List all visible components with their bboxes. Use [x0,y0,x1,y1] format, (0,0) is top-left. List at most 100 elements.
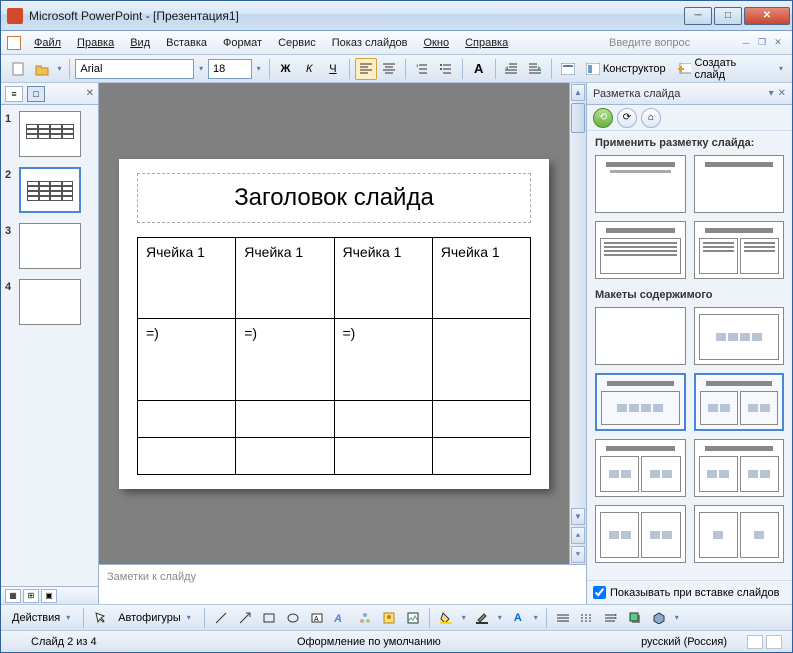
bullet-list-button[interactable] [435,58,457,80]
layout-title-object[interactable] [595,373,686,431]
oval-tool[interactable] [282,607,304,629]
thumbnail-item[interactable]: 4 [5,279,94,325]
menu-tools[interactable]: Сервис [271,34,323,52]
open-button[interactable] [31,58,53,80]
underline-button[interactable]: Ч [322,58,344,80]
new-slide-button[interactable]: Создать слайд [673,58,774,80]
menu-view[interactable]: Вид [123,34,157,52]
designer-button[interactable]: Конструктор [581,58,671,80]
picture-tool[interactable] [402,607,424,629]
normal-view-button[interactable]: ▦ [5,589,21,603]
toolbar-expand-icon[interactable]: ▾ [55,64,65,73]
maximize-button[interactable]: □ [714,7,742,25]
mdi-minimize-button[interactable]: ─ [738,36,754,50]
align-left-button[interactable] [355,58,377,80]
prev-slide-button[interactable]: ⯅ [571,527,585,544]
table-cell[interactable]: =) [236,319,334,401]
table-cell[interactable] [432,319,530,401]
table-cell[interactable] [432,401,530,438]
layout-content[interactable] [694,307,785,365]
textbox-tool[interactable]: A [306,607,328,629]
vertical-scrollbar[interactable]: ▲ ▼ ⯅ ⯆ [569,83,586,564]
increase-indent-button[interactable] [524,58,546,80]
table-cell[interactable] [236,437,334,474]
font-color-tool[interactable]: A [507,607,529,629]
font-dropdown-icon[interactable]: ▾ [196,64,206,73]
menu-insert[interactable]: Вставка [159,34,214,52]
nav-forward-button[interactable]: ⟳ [617,108,637,128]
close-button[interactable]: ✕ [744,7,790,25]
table-cell[interactable]: Ячейка 1 [432,237,530,319]
nav-back-button[interactable]: ⟲ [593,108,613,128]
layout-two-object[interactable] [694,373,785,431]
slides-tab[interactable]: □ [27,86,45,102]
new-button[interactable] [7,58,29,80]
shadow-tool[interactable] [624,607,646,629]
menu-edit[interactable]: Правка [70,34,121,52]
thumbnail-slide[interactable] [19,111,81,157]
numbered-list-button[interactable]: 1 [411,58,433,80]
taskpane-close-icon[interactable]: ✕ [778,88,786,99]
3d-tool[interactable] [648,607,670,629]
italic-button[interactable]: К [298,58,320,80]
table-cell[interactable] [432,437,530,474]
nav-home-button[interactable]: ⌂ [641,108,661,128]
decrease-indent-button[interactable] [501,58,523,80]
diagram-tool[interactable] [354,607,376,629]
sorter-view-button[interactable]: ⊞ [23,589,39,603]
layout-item[interactable] [694,505,785,563]
slide-title-placeholder[interactable]: Заголовок слайда [137,173,531,223]
thumbnail-slide[interactable] [19,279,81,325]
fill-dropdown-icon[interactable]: ▾ [459,613,469,622]
slide-table[interactable]: Ячейка 1 Ячейка 1 Ячейка 1 Ячейка 1 =) =… [137,237,531,475]
mdi-restore-button[interactable]: ❐ [754,36,770,50]
select-tool[interactable] [89,607,111,629]
bold-button[interactable]: Ж [275,58,297,80]
menu-slideshow[interactable]: Показ слайдов [325,34,415,52]
slideshow-view-button[interactable]: ▣ [41,589,57,603]
line-style-tool[interactable] [552,607,574,629]
table-cell[interactable]: Ячейка 1 [334,237,432,319]
notes-pane[interactable]: Заметки к слайду [99,564,586,604]
layout-blank[interactable] [595,307,686,365]
thumbnail-item[interactable]: 3 [5,223,94,269]
layout-title-only[interactable] [694,155,785,213]
font-selector[interactable]: Arial [75,59,194,79]
table-cell[interactable]: Ячейка 1 [236,237,334,319]
arrow-style-tool[interactable] [600,607,622,629]
scroll-thumb[interactable] [571,103,585,133]
thumbnail-item[interactable]: 2 [5,167,94,213]
font-size-selector[interactable]: 18 [208,59,252,79]
menu-file[interactable]: Файл [27,34,68,52]
slide-title-text[interactable]: Заголовок слайда [234,184,434,212]
toolbar-overflow-icon[interactable]: ▾ [776,64,786,73]
table-cell[interactable] [138,401,236,438]
table-cell[interactable]: Ячейка 1 [138,237,236,319]
drawbar-overflow-icon[interactable]: ▾ [672,613,682,622]
layout-title-slide[interactable] [595,155,686,213]
thumbnail-slide[interactable] [19,223,81,269]
table-cell[interactable]: =) [334,319,432,401]
layout-item[interactable] [595,505,686,563]
menu-window[interactable]: Окно [417,34,457,52]
size-dropdown-icon[interactable]: ▾ [254,64,264,73]
layout-two-content[interactable] [694,221,785,279]
layout-four-object[interactable] [694,439,785,497]
thumbnail-slide[interactable] [19,167,81,213]
status-icon[interactable] [766,635,782,649]
autoshapes-menu[interactable]: Автофигуры▾ [113,607,199,629]
rectangle-tool[interactable] [258,607,280,629]
fill-color-tool[interactable] [435,607,457,629]
scroll-down-button[interactable]: ▼ [571,508,585,525]
line-color-dropdown-icon[interactable]: ▾ [495,613,505,622]
slide-layout-icon[interactable] [557,58,579,80]
table-cell[interactable] [138,437,236,474]
layout-object-text[interactable] [595,439,686,497]
menu-format[interactable]: Формат [216,34,269,52]
line-color-tool[interactable] [471,607,493,629]
outline-tab[interactable]: ≡ [5,86,23,102]
menu-help[interactable]: Справка [458,34,515,52]
clipart-tool[interactable] [378,607,400,629]
layout-title-content[interactable] [595,221,686,279]
wordart-tool[interactable]: A [330,607,352,629]
